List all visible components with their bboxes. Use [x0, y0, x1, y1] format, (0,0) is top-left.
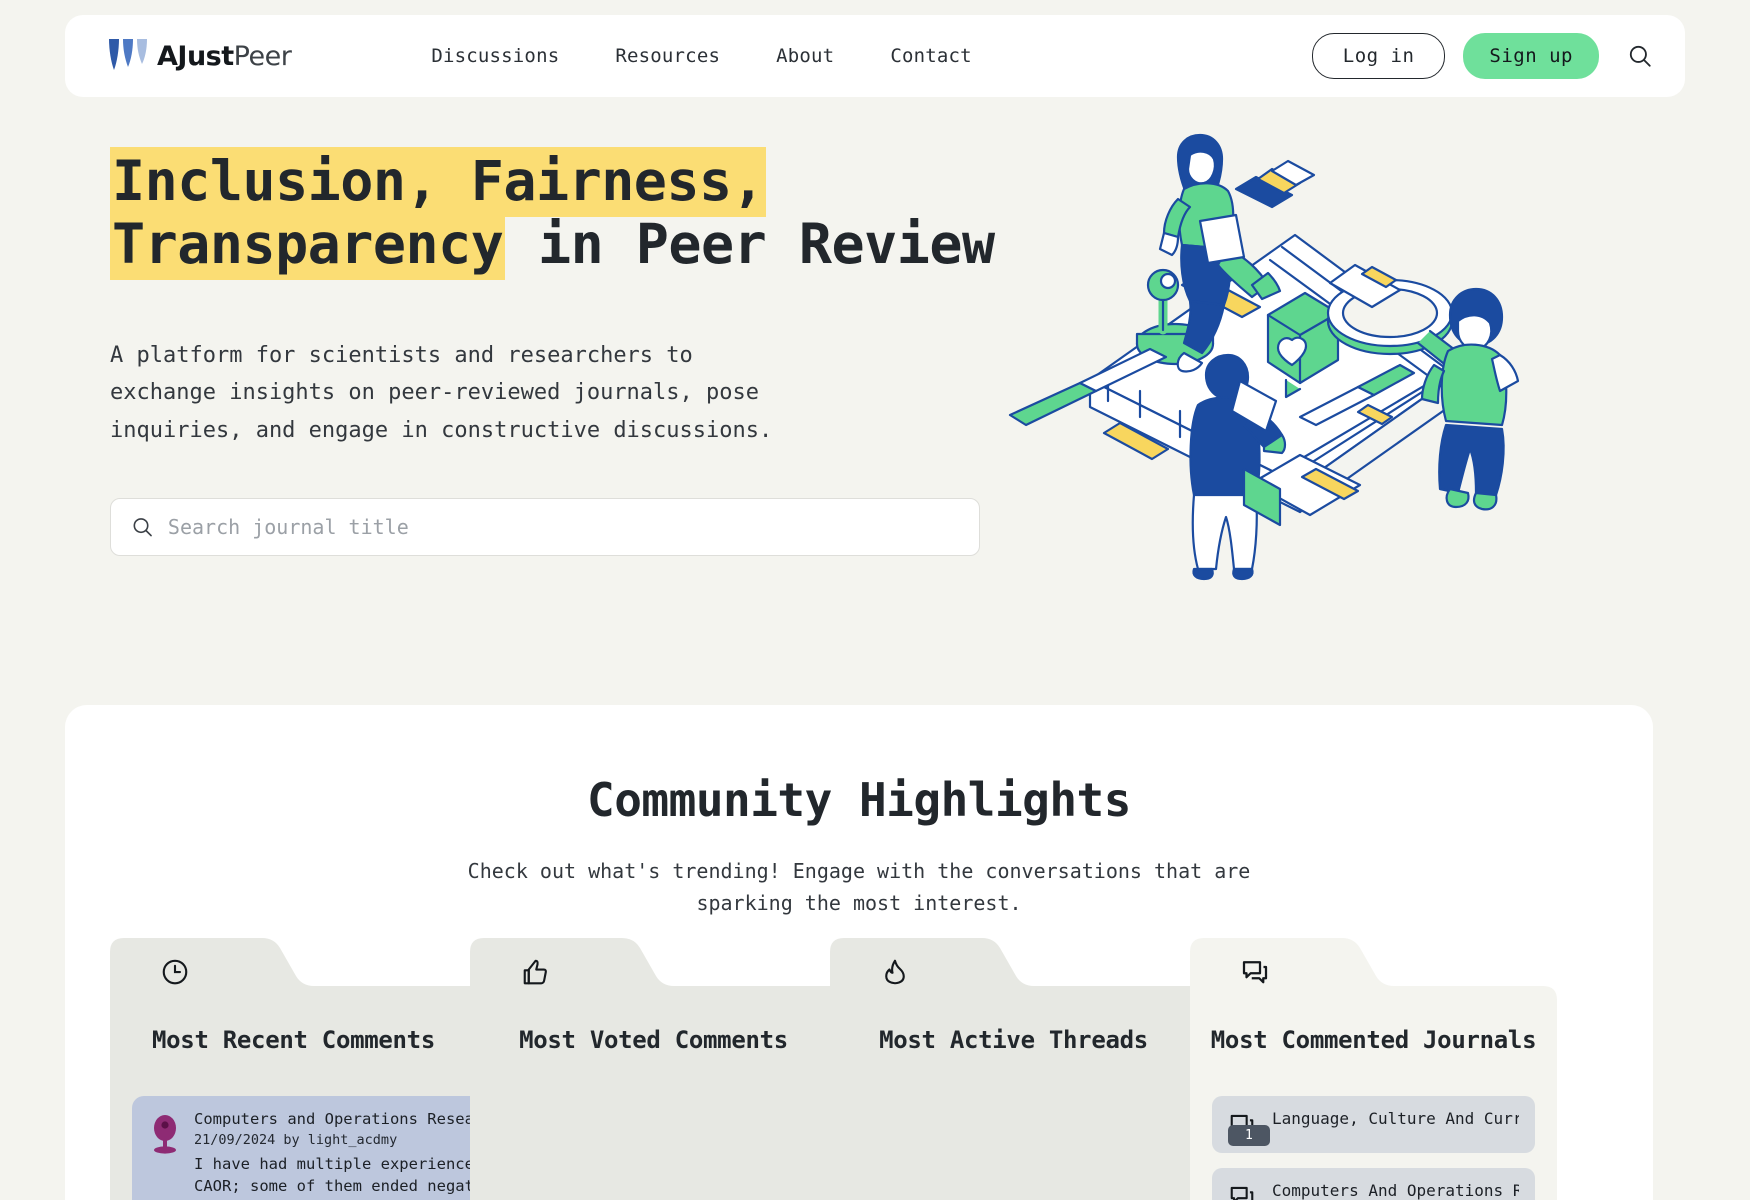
tab-label: Most Recent Comments	[152, 1026, 435, 1054]
hero-section: Inclusion, Fairness, Transparency in Pee…	[110, 147, 1110, 556]
tab-panel-recent-comments: Computers and Operations Research 21/09/…	[110, 1066, 477, 1200]
tab-label: Most Voted Comments	[519, 1026, 788, 1054]
flame-icon	[885, 959, 905, 985]
journal-title: Computers And Operations Research	[1272, 1181, 1519, 1200]
tab-label: Most Active Threads	[879, 1026, 1148, 1054]
nav-item-resources[interactable]: Resources	[615, 45, 720, 67]
nav-item-about[interactable]: About	[776, 45, 834, 67]
nav-item-contact[interactable]: Contact	[890, 45, 971, 67]
hero-description: A platform for scientists and researcher…	[110, 342, 773, 444]
brand-name: AJustPeer	[157, 40, 292, 72]
tab-most-active-threads[interactable]: Most Active Threads	[830, 938, 1197, 1200]
community-heading: Community Highlights	[587, 773, 1131, 827]
tab-most-commented-journals[interactable]: Most Commented Journals Language, Cultur…	[1190, 938, 1557, 1200]
thumbs-up-icon	[523, 959, 547, 985]
search-icon[interactable]	[1627, 43, 1653, 69]
clock-icon	[162, 959, 188, 985]
search-icon	[133, 518, 152, 537]
logo-petals-icon	[109, 39, 147, 70]
comment-journal-title: Computers and Operations Research	[194, 1110, 477, 1128]
main-nav: Discussions Resources About Contact	[431, 45, 971, 67]
journal-title: Language, Culture And Curriculum	[1272, 1109, 1519, 1128]
comment-body: I have had multiple experiences wit CAOR…	[194, 1155, 477, 1200]
brand-name-light: Peer	[233, 40, 292, 72]
brand-logo[interactable]: AJustPeer	[107, 38, 292, 74]
tab-most-recent-comments[interactable]: Most Recent Comments Computers and Opera…	[110, 938, 477, 1200]
tab-panel-voted-comments	[470, 1066, 837, 1200]
community-subheading: Check out what's trending! Engage with t…	[467, 859, 1251, 915]
comment-meta: 21/09/2024 by light_acdmy	[194, 1132, 398, 1148]
comment-card[interactable]: Computers and Operations Research 21/09/…	[132, 1096, 477, 1200]
tab-panel-commented-journals: Language, Culture And Curriculum 1 Compu…	[1190, 1066, 1557, 1200]
comments-icon	[1242, 961, 1268, 984]
search-input[interactable]	[167, 514, 959, 539]
list-item[interactable]: Computers And Operations Research	[1212, 1168, 1535, 1200]
signup-button[interactable]: Sign up	[1463, 33, 1599, 79]
tab-panel-active-threads	[830, 1066, 1197, 1200]
comments-icon	[1230, 1186, 1254, 1200]
site-header: AJustPeer Discussions Resources About Co…	[65, 15, 1685, 97]
comment-count-badge: 1	[1228, 1125, 1270, 1146]
journal-info: Computers And Operations Research	[1272, 1181, 1519, 1200]
hero-title-rest: in Peer Review	[505, 212, 995, 277]
nav-item-discussions[interactable]: Discussions	[431, 45, 559, 67]
highlights-tabs: Most Recent Comments Computers and Opera…	[110, 938, 1610, 1200]
comment-content: Computers and Operations Research 21/09/…	[194, 1110, 477, 1200]
avatar	[154, 1115, 176, 1154]
hero-title: Inclusion, Fairness, Transparency in Pee…	[110, 147, 1110, 281]
peer-review-illustration	[1008, 133, 1520, 581]
journal-info: Language, Culture And Curriculum	[1272, 1109, 1519, 1128]
header-actions: Log in Sign up	[1311, 33, 1653, 79]
journal-search-box[interactable]	[110, 497, 980, 556]
login-button[interactable]: Log in	[1311, 33, 1446, 79]
brand-name-bold: AJust	[157, 40, 234, 72]
tab-most-voted-comments[interactable]: Most Voted Comments	[470, 938, 837, 1200]
tab-label: Most Commented Journals	[1210, 1026, 1537, 1054]
